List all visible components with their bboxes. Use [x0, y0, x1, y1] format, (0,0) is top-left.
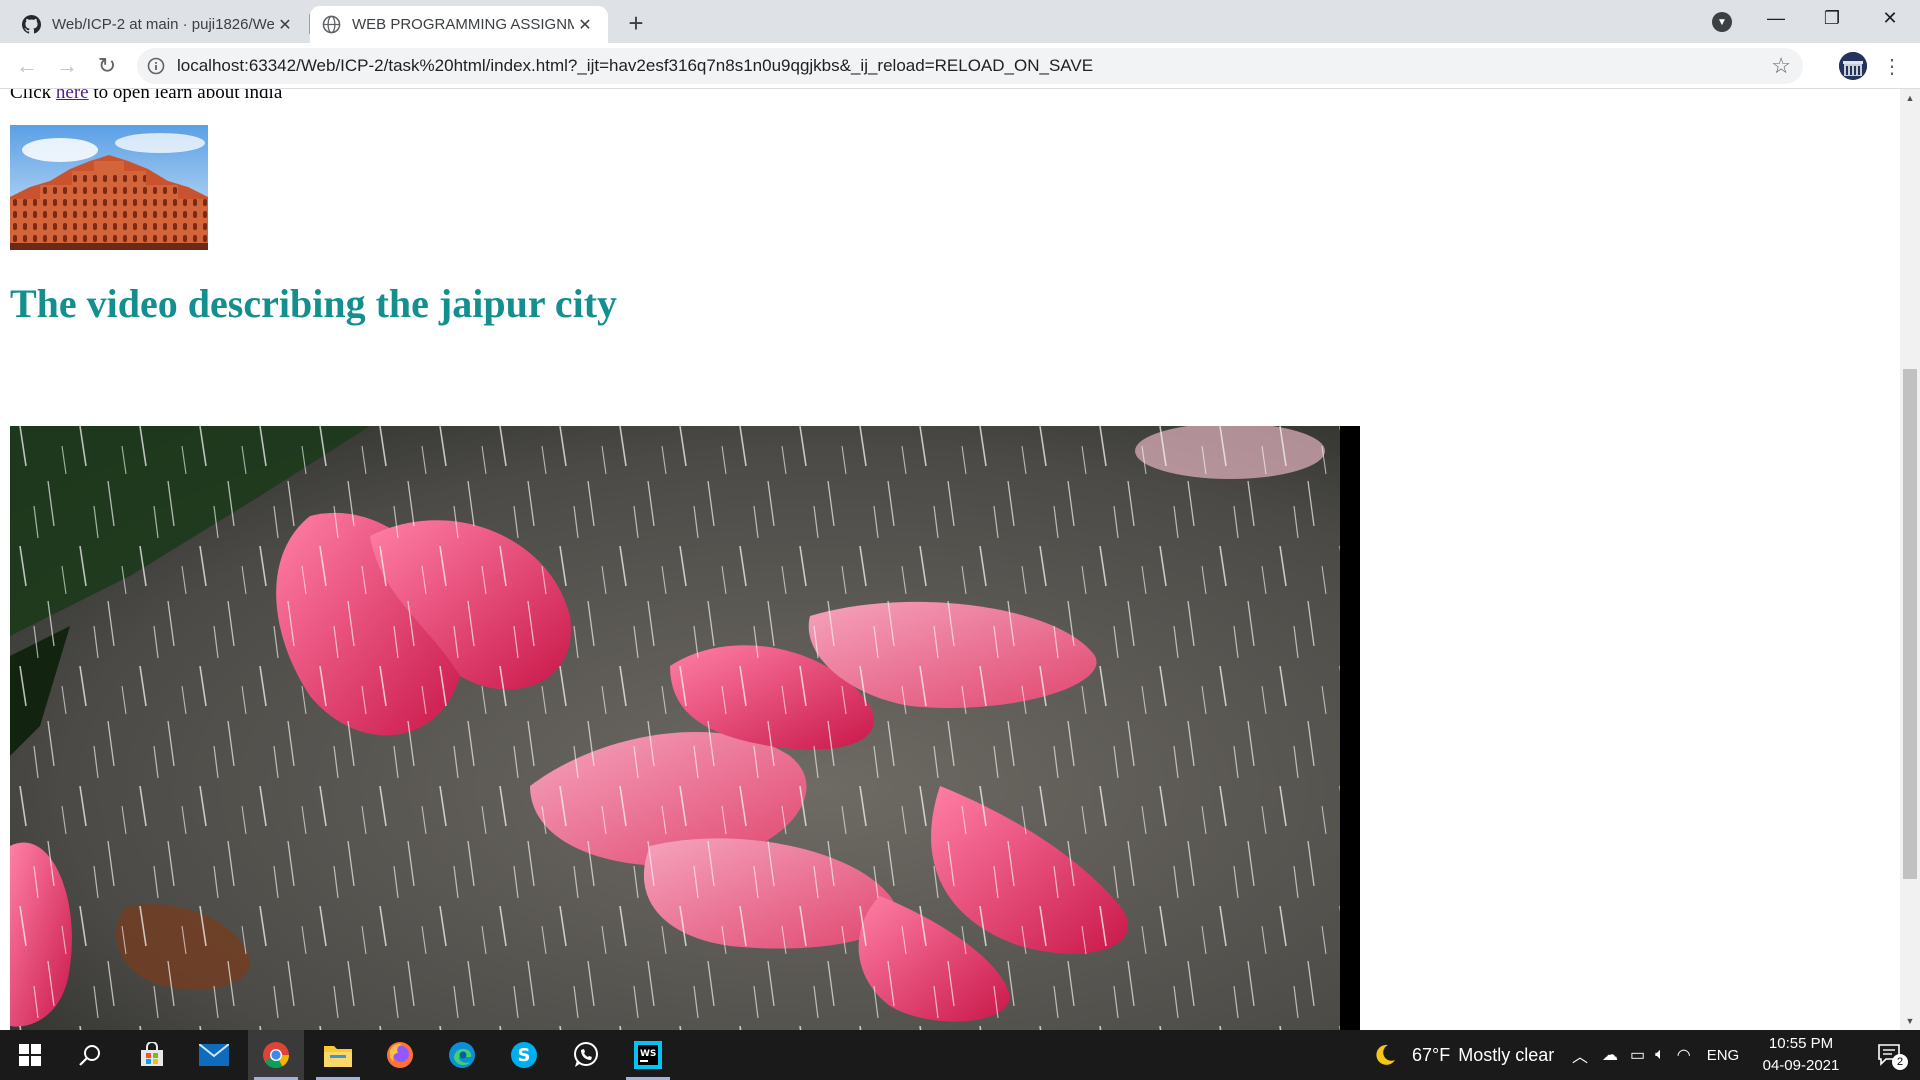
url-text[interactable]: localhost:63342/Web/ICP-2/task%20html/in… [177, 48, 1093, 84]
show-hidden-icons-icon[interactable]: ︿ [1572, 1043, 1588, 1067]
profile-avatar[interactable] [1839, 52, 1867, 80]
notification-count-badge: 2 [1892, 1054, 1908, 1070]
clock-date: 04-09-2021 [1762, 1057, 1840, 1074]
tab-strip: Web/ICP-2 at main · puji1826/Web ✕ WEB P… [0, 0, 1920, 43]
weather-condition: Mostly clear [1458, 1044, 1555, 1065]
bookmark-star-icon[interactable]: ☆ [1771, 53, 1791, 79]
new-tab-button[interactable]: + [622, 8, 650, 38]
browser-toolbar: ← → ↻ localhost:63342/Web/ICP-2/task%20h… [0, 43, 1920, 89]
tab-title: Web/ICP-2 at main · puji1826/Web [52, 16, 274, 33]
search-icon[interactable] [62, 1030, 118, 1080]
intro-suffix: to open learn about india [88, 89, 283, 103]
mail-icon[interactable] [186, 1030, 242, 1080]
video-frame [10, 426, 1360, 1030]
svg-text:WS: WS [640, 1049, 656, 1059]
edge-icon[interactable] [434, 1030, 490, 1080]
close-tab-icon[interactable]: ✕ [574, 14, 596, 36]
onedrive-error-icon[interactable]: ☁ [1602, 1045, 1618, 1065]
battery-icon[interactable]: ▭ [1630, 1045, 1645, 1065]
address-bar[interactable]: localhost:63342/Web/ICP-2/task%20html/in… [137, 48, 1803, 84]
github-icon [22, 15, 41, 34]
close-tab-icon[interactable]: ✕ [274, 14, 296, 36]
forward-icon[interactable]: → [50, 49, 84, 83]
chrome-icon[interactable] [248, 1030, 304, 1080]
clock-time: 10:55 PM [1768, 1035, 1834, 1052]
here-link[interactable]: here [56, 89, 89, 103]
webstorm-icon[interactable]: WS [620, 1030, 676, 1080]
notification-center-icon[interactable]: 2 [1862, 1030, 1918, 1080]
volume-icon[interactable]: 🔈︎ [1655, 1046, 1665, 1064]
moon-icon [1376, 1044, 1395, 1065]
page-scrollbar[interactable]: ▲ ▼ [1900, 89, 1920, 1030]
jaipur-video-player[interactable] [10, 426, 1360, 1030]
page-content: Click here to open learn about india The… [0, 89, 1900, 1030]
page-heading: The video describing the jaipur city [10, 281, 618, 326]
minimize-icon[interactable]: — [1748, 0, 1804, 36]
weather-temp: 67°F [1412, 1044, 1451, 1065]
tab-github[interactable]: Web/ICP-2 at main · puji1826/Web ✕ [10, 6, 308, 43]
clock[interactable]: 10:55 PM 04-09-2021 [1756, 1033, 1846, 1077]
info-icon[interactable] [147, 57, 165, 75]
language-indicator[interactable]: ENG [1707, 1047, 1740, 1064]
scroll-down-icon[interactable]: ▼ [1900, 1012, 1920, 1030]
back-icon[interactable]: ← [10, 49, 44, 83]
scroll-up-icon[interactable]: ▲ [1900, 89, 1920, 107]
firefox-icon[interactable] [372, 1030, 428, 1080]
intro-prefix: Click [10, 89, 56, 103]
scrollbar-thumb[interactable] [1903, 369, 1917, 879]
file-explorer-icon[interactable] [310, 1030, 366, 1080]
globe-icon [322, 15, 341, 34]
reload-icon[interactable]: ↻ [90, 49, 124, 83]
restore-icon[interactable]: ❐ [1804, 0, 1860, 36]
tab-web-programming[interactable]: WEB PROGRAMMING ASSIGNMENT ✕ [310, 6, 608, 43]
svg-text:S: S [518, 1045, 531, 1066]
start-icon[interactable] [2, 1030, 58, 1080]
close-window-icon[interactable]: ✕ [1862, 0, 1918, 36]
windows-taskbar: S WS 67°F Mostly clear ︿ ☁ ▭ 🔈︎ ◠ ENG 10… [0, 1030, 1920, 1080]
system-tray: ︿ ☁ ▭ 🔈︎ ◠ ENG [1572, 1030, 1739, 1080]
whatsapp-icon[interactable] [558, 1030, 614, 1080]
tab-search-icon[interactable]: ▼ [1712, 12, 1732, 32]
store-icon[interactable] [124, 1030, 180, 1080]
skype-icon[interactable]: S [496, 1030, 552, 1080]
wifi-icon[interactable]: ◠ [1677, 1045, 1691, 1065]
tab-title: WEB PROGRAMMING ASSIGNMENT [352, 16, 574, 33]
intro-text: Click here to open learn about india [10, 89, 282, 104]
hawa-mahal-image[interactable] [10, 125, 208, 250]
menu-icon[interactable]: ⋮ [1880, 53, 1904, 79]
weather-widget[interactable]: 67°F Mostly clear [1372, 1030, 1554, 1080]
